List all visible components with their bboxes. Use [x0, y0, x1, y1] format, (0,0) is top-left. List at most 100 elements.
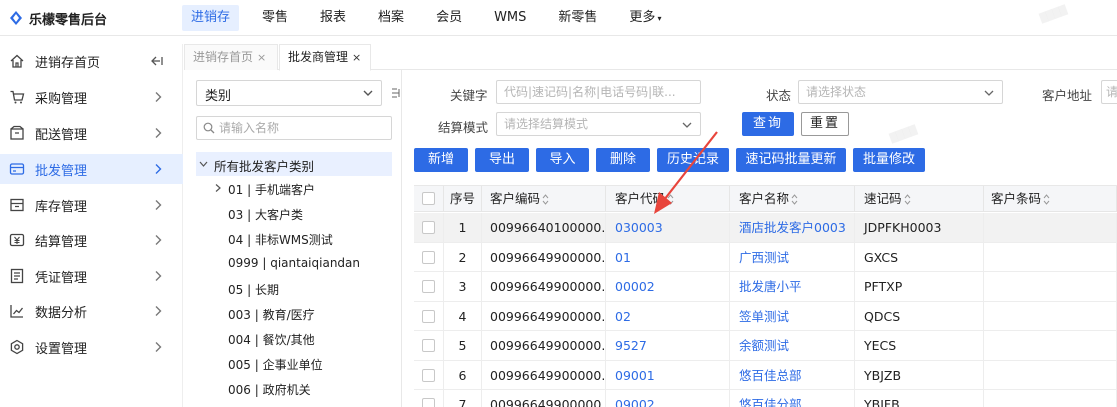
sidebar: 进销存首页 采购管理 配送管理 批发管理 库存管理 结算管理 凭证管理 数据分析	[0, 44, 183, 407]
app-logo[interactable]: 乐檬零售后台	[8, 9, 107, 28]
cell-customer-name-link[interactable]: 悠百佳分部	[730, 390, 855, 407]
header-customer-barcode[interactable]: 客户条码	[984, 186, 1117, 212]
category-search-input[interactable]	[219, 119, 387, 137]
category-type-value: 类别	[205, 89, 232, 104]
topnav-reports[interactable]: 报表	[311, 5, 355, 31]
table-row[interactable]: 5 00996649900000... 9527 余额测试 YECS	[414, 331, 1117, 361]
cell-customer-code-link[interactable]: 01	[606, 242, 730, 272]
sort-icon[interactable]	[667, 194, 674, 205]
table-row[interactable]: 4 00996649900000... 02 签单测试 QDCS	[414, 301, 1117, 331]
header-customer-code[interactable]: 客户代码	[606, 186, 730, 212]
sidebar-item-analytics[interactable]: 数据分析	[0, 296, 183, 326]
caret-right-icon[interactable]	[214, 183, 222, 193]
sidebar-item-voucher[interactable]: 凭证管理	[0, 261, 183, 291]
row-checkbox[interactable]	[422, 339, 435, 352]
cell-customer-code-link[interactable]: 09002	[606, 390, 730, 407]
row-checkbox[interactable]	[422, 221, 435, 234]
tab-wholesaler-management[interactable]: 批发商管理 ×	[279, 44, 371, 71]
tree-node-label: 004 | 餐饮/其他	[228, 333, 315, 347]
wallet-icon	[9, 163, 25, 175]
import-button[interactable]: 导入	[536, 148, 589, 172]
status-input[interactable]	[806, 84, 979, 100]
tab-jinxiaocun-home[interactable]: 进销存首页 ×	[184, 44, 278, 70]
sidebar-item-settlement[interactable]: 结算管理	[0, 225, 183, 255]
tree-root-node[interactable]: 所有批发客户类别	[196, 152, 392, 176]
sidebar-item-wholesale[interactable]: 批发管理	[0, 154, 183, 184]
row-checkbox[interactable]	[422, 250, 435, 264]
sidebar-item-label: 凭证管理	[35, 271, 88, 286]
settle-mode-input[interactable]	[504, 116, 677, 132]
table-row[interactable]: 1 00996640100000... 030003 酒店批发客户0003 JD…	[414, 213, 1117, 243]
topnav-more[interactable]: 更多 ▾	[620, 5, 670, 31]
sort-icon[interactable]	[904, 194, 911, 205]
sort-icon[interactable]	[542, 194, 549, 205]
status-select[interactable]	[798, 80, 1003, 104]
caret-down-icon[interactable]	[199, 160, 208, 168]
sort-icon[interactable]	[791, 194, 798, 205]
row-checkbox[interactable]	[422, 280, 435, 293]
row-checkbox[interactable]	[422, 368, 435, 382]
query-button[interactable]: 查询	[742, 112, 794, 136]
cell-customer-name-link[interactable]: 广西测试	[730, 242, 855, 272]
delete-button[interactable]: 删除	[596, 148, 650, 172]
close-icon[interactable]: ×	[352, 51, 361, 64]
topnav-archive[interactable]: 档案	[369, 5, 413, 31]
topnav-wms[interactable]: WMS	[485, 5, 535, 31]
settle-mode-select[interactable]	[496, 112, 701, 136]
header-customer-name[interactable]: 客户名称	[730, 186, 855, 212]
sidebar-item-inventory[interactable]: 库存管理	[0, 190, 183, 220]
topnav-member[interactable]: 会员	[427, 5, 471, 31]
sidebar-item-label: 批发管理	[35, 164, 88, 179]
keyword-input[interactable]	[504, 84, 694, 100]
row-select-cell	[414, 301, 444, 331]
sidebar-item-distribution[interactable]: 配送管理	[0, 118, 183, 148]
chevron-right-icon	[155, 306, 162, 316]
cell-customer-code-link[interactable]: 02	[606, 301, 730, 331]
topnav-new-retail[interactable]: 新零售	[549, 5, 606, 31]
cell-customer-name-link[interactable]: 批发唐小平	[730, 272, 855, 301]
topnav-retail[interactable]: 零售	[253, 5, 297, 31]
cell-serial: 3	[444, 272, 482, 301]
sidebar-item-purchase[interactable]: 采购管理	[0, 82, 183, 112]
history-button[interactable]: 历史记录	[657, 148, 729, 172]
table-row[interactable]: 2 00996649900000... 01 广西测试 GXCS	[414, 242, 1117, 272]
cell-customer-name-link[interactable]: 余额测试	[730, 331, 855, 360]
keyword-field[interactable]	[496, 80, 701, 104]
collapse-sidebar-icon[interactable]	[151, 55, 163, 67]
cell-customer-code-link[interactable]: 09001	[606, 360, 730, 390]
header-short-code[interactable]: 速记码	[855, 186, 984, 212]
table-row[interactable]: 3 00996649900000... 00002 批发唐小平 PFTXP	[414, 272, 1117, 302]
tree-node-label: 01 | 手机端客户	[228, 183, 315, 197]
chevron-right-icon	[155, 128, 162, 138]
settings-icon	[10, 339, 24, 355]
category-search[interactable]	[196, 116, 392, 140]
cell-customer-code-link[interactable]: 9527	[606, 331, 730, 360]
reset-button[interactable]: 重置	[801, 112, 849, 136]
cell-customer-code-link[interactable]: 030003	[606, 213, 730, 242]
cell-customer-code-link[interactable]: 00002	[606, 272, 730, 301]
batch-edit-button[interactable]: 批量修改	[853, 148, 925, 172]
cell-customer-name-link[interactable]: 酒店批发客户0003	[730, 213, 855, 242]
sidebar-item-settings[interactable]: 设置管理	[0, 332, 183, 362]
header-customer-number[interactable]: 客户编码	[482, 186, 606, 212]
close-icon[interactable]: ×	[257, 51, 266, 64]
panel-toggle-icon[interactable]	[391, 80, 401, 106]
sidebar-item-home[interactable]: 进销存首页	[0, 46, 183, 76]
row-checkbox[interactable]	[422, 398, 435, 407]
topnav-jinxiaocun[interactable]: 进销存	[182, 5, 240, 31]
category-type-select[interactable]: 类别	[196, 80, 382, 106]
table-row[interactable]: 7 00996649900000... 09002 悠百佳分部 YBJFB	[414, 390, 1117, 407]
add-button[interactable]: 新增	[414, 148, 468, 172]
header-label: 速记码	[864, 191, 902, 206]
sort-icon[interactable]	[1043, 194, 1050, 205]
batch-update-code-button[interactable]: 速记码批量更新	[736, 148, 846, 172]
cell-customer-name-link[interactable]: 悠百佳总部	[730, 360, 855, 390]
select-all-checkbox[interactable]	[422, 192, 435, 205]
table-row[interactable]: 6 00996649900000... 09001 悠百佳总部 YBJZB	[414, 360, 1117, 390]
row-checkbox[interactable]	[422, 309, 435, 323]
cell-customer-name-link[interactable]: 签单测试	[730, 301, 855, 331]
export-button[interactable]: 导出	[475, 148, 529, 172]
address-input[interactable]	[1106, 84, 1117, 100]
tab-label: 批发商管理	[288, 50, 349, 64]
address-field[interactable]	[1101, 80, 1117, 104]
